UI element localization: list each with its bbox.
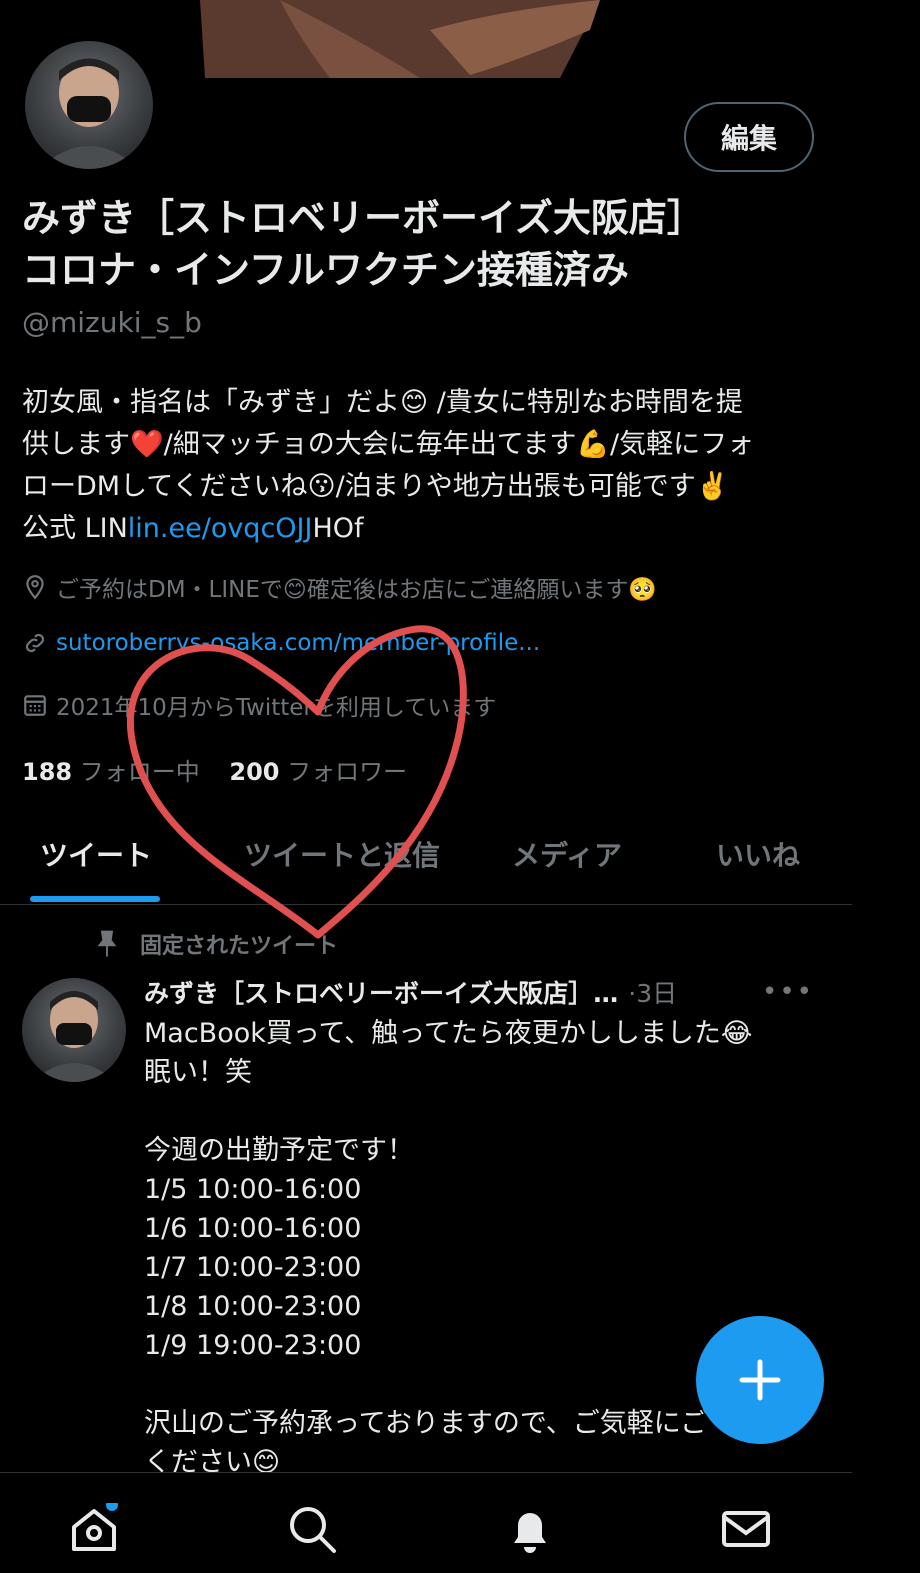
- search-icon[interactable]: [286, 1503, 338, 1555]
- home-icon[interactable]: [68, 1503, 120, 1555]
- location-text: ご予約はDM・LINEで😊確定後はお店にご連絡願います🥺: [56, 577, 658, 603]
- edit-profile-button[interactable]: 編集: [684, 102, 814, 172]
- profile-avatar[interactable]: [22, 38, 156, 172]
- following-link[interactable]: 188 フォロー中: [22, 758, 200, 786]
- active-tab-indicator: [30, 896, 160, 902]
- pinned-text: 固定されたツイート: [140, 934, 339, 959]
- profile-bio: 初女風・指名は「みずき」だよ😊 /貴女に特別なお時間を提 供します❤️/細マッチ…: [22, 382, 822, 550]
- bio-line: 供します❤️/細マッチョの大会に毎年出てます💪/気軽にフォ: [22, 429, 755, 460]
- profile-name-line1: みずき［ストロベリーボーイズ大阪店］: [22, 196, 705, 240]
- profile-website[interactable]: sutoroberrys-osaka.com/member-profile...: [22, 630, 540, 656]
- calendar-icon: [24, 695, 46, 716]
- tab-tweets-replies[interactable]: ツイートと返信: [244, 834, 440, 874]
- tab-media[interactable]: メディア: [512, 834, 622, 874]
- tweet-author-name[interactable]: みずき［ストロベリーボーイズ大阪店］…: [144, 974, 618, 1010]
- bio-line: 公式 LINlin.ee/ovqcOJJHOf: [22, 508, 822, 550]
- joined-text: 2021年10月からTwitterを利用しています: [56, 695, 497, 721]
- tweet-header: みずき［ストロベリーボーイズ大阪店］… ·3日 •••: [144, 974, 824, 1010]
- tab-tweets[interactable]: ツイート: [40, 834, 152, 874]
- bio-link[interactable]: lin.ee/ovqcOJJ: [128, 513, 313, 544]
- compose-icon: [739, 1359, 781, 1401]
- notification-dot: [106, 1503, 118, 1511]
- pinned-label: 固定されたツイート: [92, 928, 338, 960]
- tweet-time[interactable]: ·3日: [628, 974, 677, 1010]
- website-link[interactable]: sutoroberrys-osaka.com/member-profile...: [56, 630, 540, 656]
- pin-icon: [97, 930, 117, 957]
- profile-handle: @mizuki_s_b: [22, 306, 202, 339]
- following-count: 188: [22, 758, 73, 786]
- avatar-image: [39, 58, 139, 169]
- link-icon: [25, 633, 45, 653]
- bio-line: 初女風・指名は「みずき」だよ😊 /貴女に特別なお時間を提: [22, 387, 743, 418]
- bio-text: HOf: [312, 513, 364, 544]
- compose-button[interactable]: [696, 1316, 824, 1444]
- profile-stats: 188 フォロー中 200 フォロワー: [22, 752, 407, 787]
- bio-line: ローDMしてくださいね😗/泊まりや地方出張も可能です✌️: [22, 471, 730, 502]
- tab-likes[interactable]: いいね: [716, 834, 800, 874]
- bell-icon[interactable]: [504, 1503, 556, 1555]
- bottom-nav: [0, 1472, 852, 1573]
- tweet-more-icon[interactable]: •••: [762, 977, 814, 1007]
- location-icon: [26, 575, 44, 600]
- avatar-image: [32, 991, 116, 1082]
- tweet-author-avatar[interactable]: [22, 978, 126, 1082]
- followers-count: 200: [229, 758, 280, 786]
- followers-link[interactable]: 200 フォロワー: [229, 758, 407, 786]
- profile-name: みずき［ストロベリーボーイズ大阪店］ コロナ・インフルワクチン接種済み: [22, 192, 882, 296]
- mail-icon[interactable]: [720, 1503, 772, 1555]
- profile-name-line2: コロナ・インフルワクチン接種済み: [22, 248, 629, 292]
- profile-tabs: ツイート ツイートと返信 メディア いいね: [0, 820, 852, 905]
- profile-joined: 2021年10月からTwitterを利用しています: [22, 688, 496, 722]
- followers-label: フォロワー: [287, 758, 408, 786]
- following-label: フォロー中: [79, 758, 200, 786]
- profile-location: ご予約はDM・LINEで😊確定後はお店にご連絡願います🥺: [22, 570, 657, 604]
- bio-text: 公式 LIN: [22, 513, 128, 544]
